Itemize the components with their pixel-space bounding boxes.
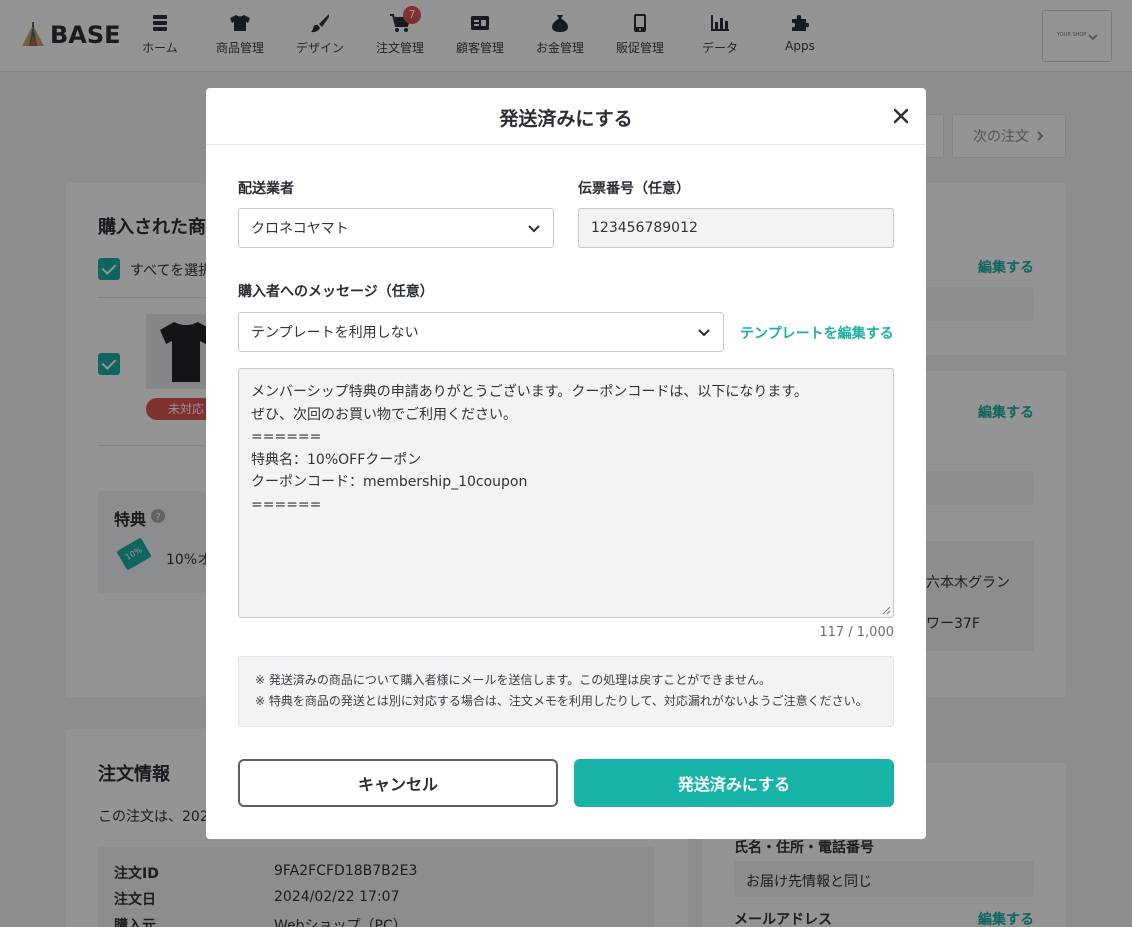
tracking-value: 123456789012 (591, 220, 698, 236)
notice-box: ※ 発送済みの商品について購入者様にメールを送信します。この処理は戻すことができ… (238, 656, 894, 727)
chevron-down-icon (698, 329, 710, 337)
carrier-select[interactable]: クロネコヤマト (238, 208, 554, 248)
notice-line: ※ 発送済みの商品について購入者様にメールを送信します。この処理は戻すことができ… (255, 673, 771, 687)
template-value: テンプレートを利用しない (251, 325, 419, 341)
edit-template-link[interactable]: テンプレートを編集する (740, 323, 894, 343)
message-line: クーポンコード：membership_10coupon (251, 474, 528, 490)
message-line: メンバーシップ特典の申請ありがとうございます。クーポンコードは、以下になります。 (251, 384, 808, 400)
message-line: ====== (251, 429, 322, 445)
tracking-number-input[interactable]: 123456789012 (578, 208, 894, 248)
message-line: ====== (251, 496, 322, 513)
tracking-label: 伝票番号（任意） (578, 181, 690, 197)
dialog-title: 発送済みにする (499, 108, 633, 130)
ship-dialog: 発送済みにする 配送業者 クロネコヤマト 伝票番号（任意） 1234567890… (206, 88, 926, 839)
char-counter: 117 / 1,000 (819, 625, 894, 640)
message-label: 購入者へのメッセージ（任意） (238, 284, 434, 300)
mark-shipped-button[interactable]: 発送済みにする (574, 759, 894, 807)
carrier-label: 配送業者 (238, 181, 294, 197)
message-line: ぜひ、次回のお買い物でご利用ください。 (251, 406, 517, 423)
cancel-button[interactable]: キャンセル (238, 759, 558, 807)
notice-line: ※ 特典を商品の発送とは別に対応する場合は、注文メモを利用したりして、対応漏れが… (255, 694, 868, 708)
message-line: 特典名：10%OFFクーポン (251, 451, 422, 468)
template-select[interactable]: テンプレートを利用しない (238, 312, 724, 352)
dialog-header: 発送済みにする (206, 88, 926, 145)
resize-handle-icon[interactable] (882, 606, 891, 615)
close-icon[interactable] (892, 107, 910, 125)
carrier-value: クロネコヤマト (251, 221, 349, 237)
chevron-down-icon (528, 225, 540, 233)
message-textarea[interactable]: メンバーシップ特典の申請ありがとうございます。クーポンコードは、以下になります。… (238, 368, 894, 618)
